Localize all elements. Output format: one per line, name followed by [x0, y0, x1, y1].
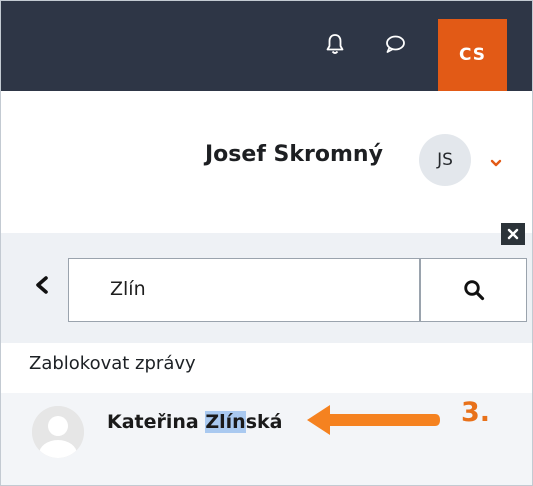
step-number-label: 3. [461, 397, 491, 428]
close-drawer-button[interactable] [501, 223, 525, 245]
close-icon [507, 228, 519, 240]
chevron-left-icon [36, 276, 48, 294]
language-menu-button[interactable]: CS [438, 19, 507, 91]
notifications-button[interactable] [321, 29, 349, 59]
speech-bubble-icon [386, 35, 405, 53]
user-full-name[interactable]: Josef Skromný [205, 142, 383, 167]
back-button[interactable] [29, 271, 55, 299]
messages-button[interactable] [381, 29, 409, 59]
search-button[interactable] [420, 258, 527, 322]
search-field [68, 258, 420, 322]
chevron-down-icon [490, 159, 502, 167]
user-menu-toggle[interactable] [490, 153, 502, 172]
search-icon [463, 280, 484, 301]
result-name-after: ská [245, 411, 283, 433]
arrow-left-icon [307, 405, 440, 435]
bell-icon [326, 34, 344, 54]
search-highlight: Zlín [205, 411, 246, 433]
default-user-avatar [32, 406, 84, 458]
result-contact-name[interactable]: Kateřina Zlínská [107, 411, 282, 433]
user-avatar[interactable]: JS [419, 134, 471, 186]
moodle-window: CS Josef Skromný JS Zablokovat zprávy [0, 0, 533, 486]
block-messages-link[interactable]: Zablokovat zprávy [29, 353, 196, 374]
user-silhouette-icon [32, 406, 84, 458]
search-input[interactable] [70, 260, 415, 318]
result-name-before: Kateřina [107, 411, 206, 433]
